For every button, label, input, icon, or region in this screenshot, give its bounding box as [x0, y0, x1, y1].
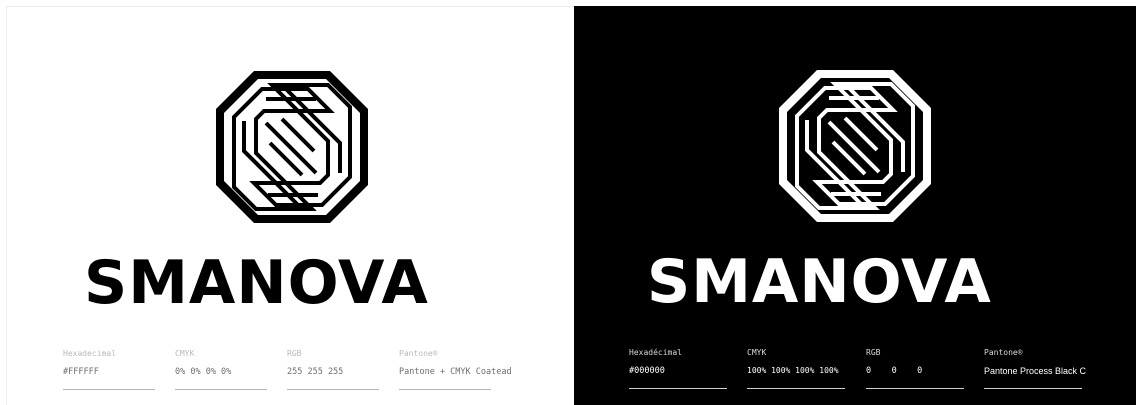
hex-label: Hexadécimal	[629, 348, 682, 357]
cmyk-value: 0% 0% 0% 0%	[175, 367, 232, 377]
hex-label: Hexadecimal	[63, 349, 116, 358]
divider	[287, 389, 379, 390]
dark-version-panel: SMANOVA Hexadécimal #000000 CMYK 100% 10…	[574, 6, 1136, 405]
cmyk-value: 100% 100% 100% 100%	[747, 366, 839, 375]
light-version-panel: SMANOVA Hexadecimal #FFFFFF CMYK 0% 0% 0…	[6, 6, 574, 405]
pantone-label: Pantone®	[399, 349, 438, 358]
divider	[175, 389, 267, 390]
brand-wordmark: SMANOVA	[84, 248, 429, 318]
pantone-value: Pantone + CMYK Coatead	[399, 367, 512, 377]
rgb-swatch: RGB 0 0 0	[866, 347, 964, 389]
pantone-value: Pantone Process Black C	[984, 366, 1087, 376]
cmyk-label: CMYK	[747, 348, 767, 357]
divider	[747, 388, 845, 389]
cmyk-label: CMYK	[175, 349, 195, 358]
rgb-value: 0 0 0	[866, 366, 923, 376]
pantone-swatch: Pantone® Pantone + CMYK Coatead	[399, 348, 512, 390]
divider	[399, 389, 491, 390]
cmyk-swatch: CMYK 0% 0% 0% 0%	[175, 348, 267, 390]
rgb-swatch: RGB 255 255 255	[287, 348, 379, 390]
divider	[866, 388, 964, 389]
rgb-label: RGB	[287, 349, 302, 358]
divider	[984, 388, 1082, 389]
hex-value: #FFFFFF	[63, 367, 99, 377]
rgb-value: 255 255 255	[287, 367, 344, 377]
octagon-s-monogram-icon	[777, 68, 933, 224]
brand-wordmark: SMANOVA	[647, 247, 992, 317]
octagon-s-monogram-icon	[214, 69, 370, 225]
divider	[629, 388, 727, 389]
hex-value: #000000	[629, 366, 665, 376]
divider	[63, 389, 155, 390]
rgb-label: RGB	[866, 348, 881, 357]
hex-swatch: Hexadécimal #000000	[629, 347, 727, 389]
hex-swatch: Hexadecimal #FFFFFF	[63, 348, 155, 390]
cmyk-swatch: CMYK 100% 100% 100% 100%	[747, 347, 845, 389]
pantone-swatch: Pantone® Pantone Process Black C	[984, 347, 1087, 389]
pantone-label: Pantone®	[984, 348, 1023, 357]
